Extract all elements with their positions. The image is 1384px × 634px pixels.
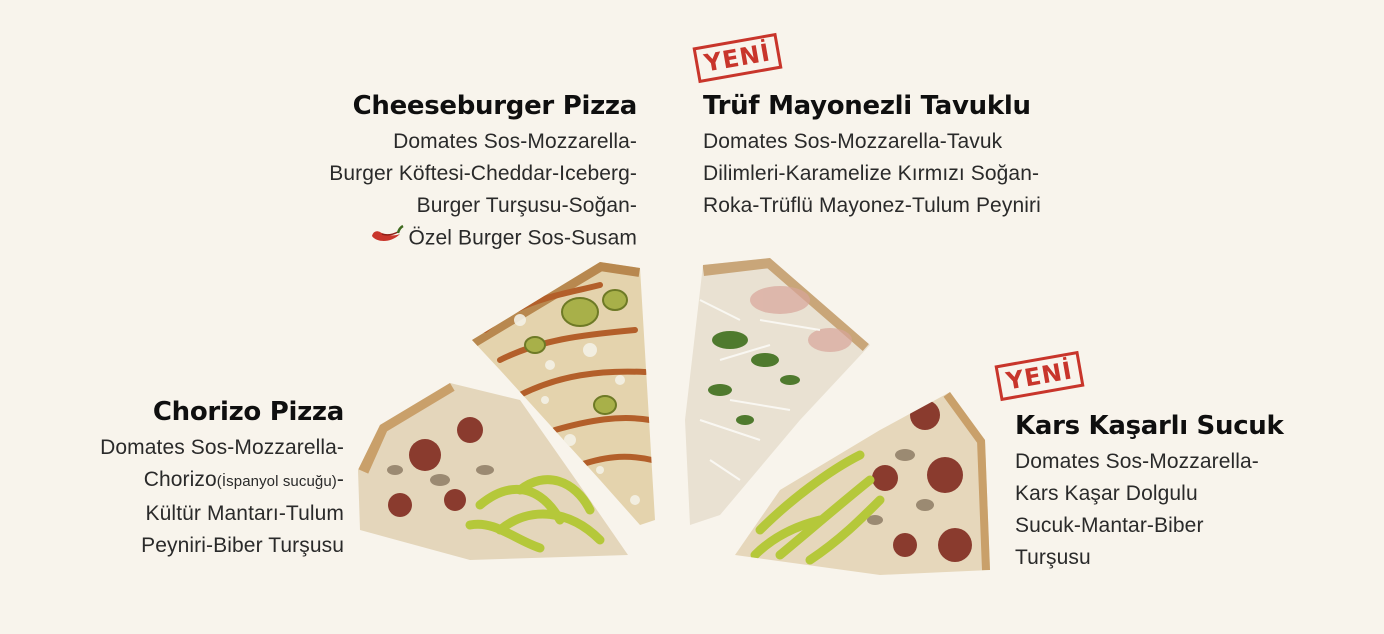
item-title: Cheeseburger Pizza (352, 91, 638, 121)
item-ingredients-line: Burger Turşusu-Soğan- (416, 194, 637, 217)
item-ingredients-line: Domates Sos-Mozzarella- (393, 130, 637, 153)
item-ingredients-line: Dilimleri-Karamelize Kırmızı Soğan- (703, 162, 1040, 185)
item-ingredients-text: Özel Burger Sos-Susam (408, 226, 637, 250)
item-title: Kars Kaşarlı Sucuk (1015, 411, 1284, 441)
item-ingredients-line-with-icon: Özel Burger Sos-Susam (329, 222, 637, 256)
item-ingredients-text: - (336, 468, 344, 491)
item-ingredients-text: Chorizo (143, 468, 217, 491)
item-ingredients-line: Kars Kaşar Dolgulu (1015, 482, 1198, 505)
item-ingredients-line: Turşusu (1015, 546, 1091, 569)
item-ingredients-line: Domates Sos-Mozzarella- (100, 436, 344, 459)
item-title: Chorizo Pizza (152, 397, 344, 427)
item-ingredients-line: Peyniri-Biber Turşusu (141, 534, 344, 557)
item-ingredients-note: (İspanyol sucuğu) (216, 473, 337, 490)
item-ingredients-line: Kültür Mantarı-Tulum (145, 502, 344, 525)
item-ingredients-line: Chorizo(İspanyol sucuğu)- (100, 464, 344, 498)
menu-item-truf-mayonezli-tavuklu: Trüf Mayonezli Tavuklu Domates Sos-Mozza… (703, 90, 1041, 222)
item-ingredients-line: Sucuk-Mantar-Biber (1015, 514, 1204, 537)
item-ingredients-line: Domates Sos-Mozzarella-Tavuk (703, 130, 1003, 153)
item-ingredients-line: Burger Köftesi-Cheddar-Iceberg- (329, 162, 637, 185)
item-ingredients-line: Roka-Trüflü Mayonez-Tulum Peyniri (703, 194, 1041, 217)
menu-item-chorizo: Chorizo Pizza Domates Sos-Mozzarella- Ch… (100, 396, 344, 562)
item-ingredients-line: Domates Sos-Mozzarella- (1015, 450, 1259, 473)
menu-item-cheeseburger: Cheeseburger Pizza Domates Sos-Mozzarell… (329, 90, 637, 256)
chili-pepper-icon (368, 222, 405, 256)
item-title: Trüf Mayonezli Tavuklu (703, 91, 1031, 121)
menu-item-kars-kasarli-sucuk: Kars Kaşarlı Sucuk Domates Sos-Mozzarell… (1015, 410, 1284, 574)
